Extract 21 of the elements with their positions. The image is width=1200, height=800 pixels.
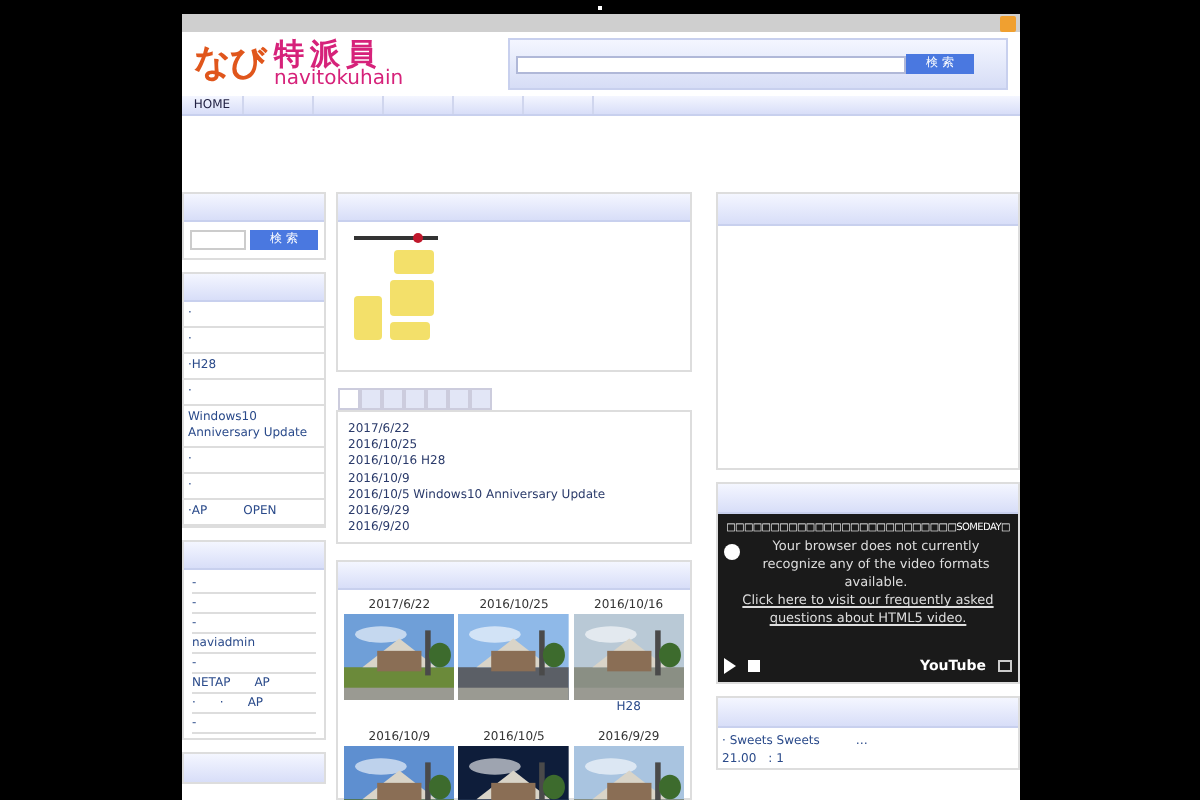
search-field[interactable] — [516, 55, 906, 74]
tab[interactable] — [404, 388, 426, 410]
box-header — [184, 542, 324, 570]
logo-subtitle: navitokuhain — [274, 69, 404, 90]
box-header — [184, 274, 324, 302]
tab[interactable] — [360, 388, 382, 410]
box-header — [184, 194, 324, 222]
volume-icon[interactable] — [748, 659, 760, 672]
play-icon[interactable] — [724, 657, 736, 674]
logo-kana: なび — [194, 46, 266, 83]
tab[interactable] — [448, 388, 470, 410]
tab[interactable] — [338, 388, 360, 410]
search-field[interactable] — [190, 230, 246, 250]
tab[interactable] — [382, 388, 404, 410]
tab[interactable] — [470, 388, 492, 410]
box-header — [182, 752, 326, 784]
logo-title: 特派員 — [274, 39, 382, 70]
clock-icon[interactable] — [724, 544, 740, 560]
fullscreen-icon[interactable] — [998, 659, 1012, 672]
tab[interactable] — [426, 388, 448, 410]
rss-icon[interactable] — [1000, 15, 1016, 32]
